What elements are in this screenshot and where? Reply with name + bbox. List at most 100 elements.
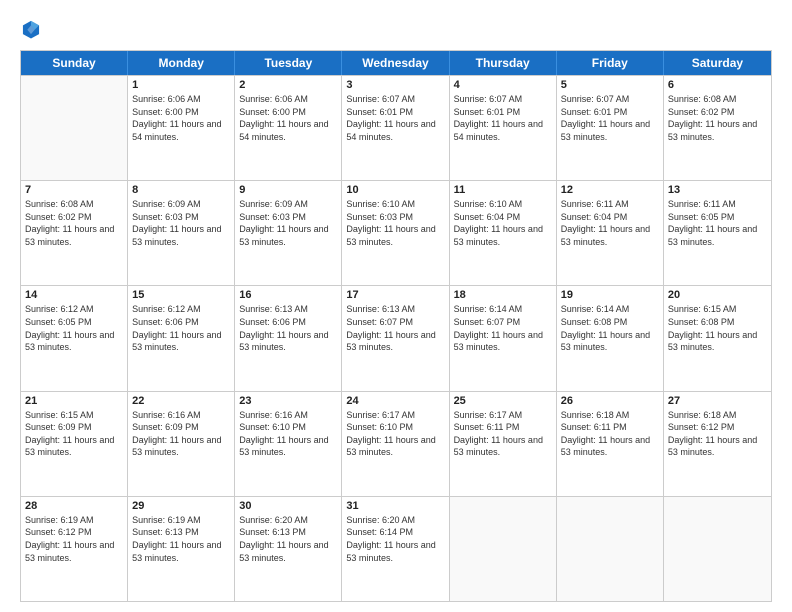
day-number: 16 — [239, 289, 337, 301]
sunrise-label: Sunrise: 6:15 AM — [25, 410, 94, 420]
sunset-label: Sunset: 6:12 PM — [25, 527, 92, 537]
daylight-label: Daylight: 11 hours and 53 minutes. — [239, 540, 328, 563]
day-cell: 18Sunrise: 6:14 AMSunset: 6:07 PMDayligh… — [450, 286, 557, 390]
sunrise-label: Sunrise: 6:17 AM — [454, 410, 523, 420]
day-number: 27 — [668, 395, 767, 407]
sunset-label: Sunset: 6:02 PM — [25, 212, 92, 222]
sunrise-label: Sunrise: 6:17 AM — [346, 410, 415, 420]
day-cell: 4Sunrise: 6:07 AMSunset: 6:01 PMDaylight… — [450, 76, 557, 180]
day-info: Sunrise: 6:09 AMSunset: 6:03 PMDaylight:… — [239, 198, 337, 248]
day-info: Sunrise: 6:08 AMSunset: 6:02 PMDaylight:… — [668, 93, 767, 143]
day-info: Sunrise: 6:07 AMSunset: 6:01 PMDaylight:… — [454, 93, 552, 143]
daylight-label: Daylight: 11 hours and 53 minutes. — [132, 435, 221, 458]
daylight-label: Daylight: 11 hours and 53 minutes. — [668, 224, 757, 247]
day-cell: 20Sunrise: 6:15 AMSunset: 6:08 PMDayligh… — [664, 286, 771, 390]
day-info: Sunrise: 6:13 AMSunset: 6:06 PMDaylight:… — [239, 303, 337, 353]
day-info: Sunrise: 6:06 AMSunset: 6:00 PMDaylight:… — [132, 93, 230, 143]
daylight-label: Daylight: 11 hours and 53 minutes. — [346, 330, 435, 353]
daylight-label: Daylight: 11 hours and 53 minutes. — [239, 330, 328, 353]
daylight-label: Daylight: 11 hours and 54 minutes. — [132, 119, 221, 142]
header — [20, 18, 772, 40]
sunset-label: Sunset: 6:13 PM — [132, 527, 199, 537]
daylight-label: Daylight: 11 hours and 53 minutes. — [561, 224, 650, 247]
sunset-label: Sunset: 6:13 PM — [239, 527, 306, 537]
sunset-label: Sunset: 6:12 PM — [668, 422, 735, 432]
sunset-label: Sunset: 6:01 PM — [346, 107, 413, 117]
calendar-week: 14 Sunrise: 6:12 AM Sunset: 6:05 PM Dayligh… — [21, 285, 771, 390]
sunrise-label: Sunrise: 6:13 AM — [239, 304, 308, 314]
day-cell: 15Sunrise: 6:12 AMSunset: 6:06 PMDayligh… — [128, 286, 235, 390]
sunrise-label: Sunrise: 6:07 AM — [561, 94, 630, 104]
day-number: 13 — [668, 184, 767, 196]
empty-cell — [450, 497, 557, 601]
sunrise-label: Sunrise: 6:11 AM — [668, 199, 736, 209]
sunset-label: Sunset: 6:01 PM — [454, 107, 521, 117]
sunrise-label: Sunrise: 6:14 AM — [454, 304, 523, 314]
day-info: Sunrise: 6:07 AMSunset: 6:01 PMDaylight:… — [561, 93, 659, 143]
sunrise-label: Sunrise: 6:12 AM — [25, 304, 94, 314]
daylight-label: Daylight: 11 hours and 53 minutes. — [25, 435, 114, 458]
sunset-label: Sunset: 6:09 PM — [132, 422, 199, 432]
day-number: 9 — [239, 184, 337, 196]
day-info: Sunrise: 6:17 AMSunset: 6:10 PMDaylight:… — [346, 409, 444, 459]
sunset-label: Sunset: 6:02 PM — [668, 107, 735, 117]
sunset-label: Sunset: 6:10 PM — [239, 422, 306, 432]
page: SundayMondayTuesdayWednesdayThursdayFrid… — [0, 0, 792, 612]
daylight-label: Daylight: 11 hours and 53 minutes. — [132, 330, 221, 353]
daylight-label: Daylight: 11 hours and 53 minutes. — [454, 224, 543, 247]
day-number: 11 — [454, 184, 552, 196]
sunset-label: Sunset: 6:11 PM — [561, 422, 627, 432]
sunrise-label: Sunrise: 6:10 AM — [454, 199, 523, 209]
sunset-label: Sunset: 6:03 PM — [346, 212, 413, 222]
day-cell: 19Sunrise: 6:14 AMSunset: 6:08 PMDayligh… — [557, 286, 664, 390]
day-info: Sunrise: 6:18 AMSunset: 6:12 PMDaylight:… — [668, 409, 767, 459]
day-cell: 2Sunrise: 6:06 AMSunset: 6:00 PMDaylight… — [235, 76, 342, 180]
daylight-label: Daylight: 11 hours and 53 minutes. — [346, 435, 435, 458]
day-cell: 10Sunrise: 6:10 AMSunset: 6:03 PMDayligh… — [342, 181, 449, 285]
weekday-header: Thursday — [450, 51, 557, 75]
day-info: Sunrise: 6:20 AMSunset: 6:13 PMDaylight:… — [239, 514, 337, 564]
day-cell: 11 Sunrise: 6:10 AM Sunset: 6:04 PM Dayligh… — [450, 181, 557, 285]
calendar: SundayMondayTuesdayWednesdayThursdayFrid… — [20, 50, 772, 602]
sunrise-label: Sunrise: 6:07 AM — [346, 94, 415, 104]
day-info: Sunrise: 6:19 AMSunset: 6:12 PMDaylight:… — [25, 514, 123, 564]
empty-cell — [664, 497, 771, 601]
daylight-label: Daylight: 11 hours and 53 minutes. — [132, 540, 221, 563]
day-number: 14 — [25, 289, 123, 301]
daylight-label: Daylight: 11 hours and 53 minutes. — [561, 119, 650, 142]
day-info: Sunrise: 6:13 AMSunset: 6:07 PMDaylight:… — [346, 303, 444, 353]
day-number: 23 — [239, 395, 337, 407]
daylight-label: Daylight: 11 hours and 54 minutes. — [346, 119, 435, 142]
weekday-header: Wednesday — [342, 51, 449, 75]
day-number: 20 — [668, 289, 767, 301]
sunset-label: Sunset: 6:04 PM — [454, 212, 521, 222]
day-cell: 17Sunrise: 6:13 AMSunset: 6:07 PMDayligh… — [342, 286, 449, 390]
sunset-label: Sunset: 6:00 PM — [239, 107, 306, 117]
day-info: Sunrise: 6:10 AMSunset: 6:03 PMDaylight:… — [346, 198, 444, 248]
day-info: Sunrise: 6:11 AMSunset: 6:04 PMDaylight:… — [561, 198, 659, 248]
sunrise-label: Sunrise: 6:20 AM — [346, 515, 415, 525]
day-info: Sunrise: 6:12 AMSunset: 6:05 PMDaylight:… — [25, 303, 123, 353]
weekday-header: Saturday — [664, 51, 771, 75]
day-info: Sunrise: 6:19 AMSunset: 6:13 PMDaylight:… — [132, 514, 230, 564]
empty-cell — [21, 76, 128, 180]
sunset-label: Sunset: 6:05 PM — [25, 317, 92, 327]
day-cell: 14Sunrise: 6:12 AMSunset: 6:05 PMDayligh… — [21, 286, 128, 390]
day-number: 26 — [561, 395, 659, 407]
day-number: 7 — [25, 184, 123, 196]
day-info: Sunrise: 6:10 AM Sunset: 6:04 PM Daylight:… — [454, 198, 552, 248]
calendar-week: 1Sunrise: 6:06 AMSunset: 6:00 PMDaylight… — [21, 75, 771, 180]
sunset-label: Sunset: 6:00 PM — [132, 107, 199, 117]
sunset-label: Sunset: 6:09 PM — [25, 422, 92, 432]
sunrise-label: Sunrise: 6:16 AM — [239, 410, 308, 420]
day-number: 28 — [25, 500, 123, 512]
day-cell: 28 Sunrise: 6:19 AMSunset: 6:12 PMDayligh… — [21, 497, 128, 601]
daylight-label: Daylight: 11 hours and 53 minutes. — [454, 435, 543, 458]
sunset-label: Sunset: 6:03 PM — [132, 212, 199, 222]
calendar-header-row: SundayMondayTuesdayWednesdayThursdayFrid… — [21, 51, 771, 75]
daylight-label: Daylight: 11 hours and 54 minutes. — [454, 119, 543, 142]
day-number: 8 — [132, 184, 230, 196]
calendar-week: 21Sunrise: 6:15 AMSunset: 6:09 PMDayligh… — [21, 391, 771, 496]
sunrise-label: Sunrise: 6:13 AM — [346, 304, 415, 314]
day-number: 6 — [668, 79, 767, 91]
